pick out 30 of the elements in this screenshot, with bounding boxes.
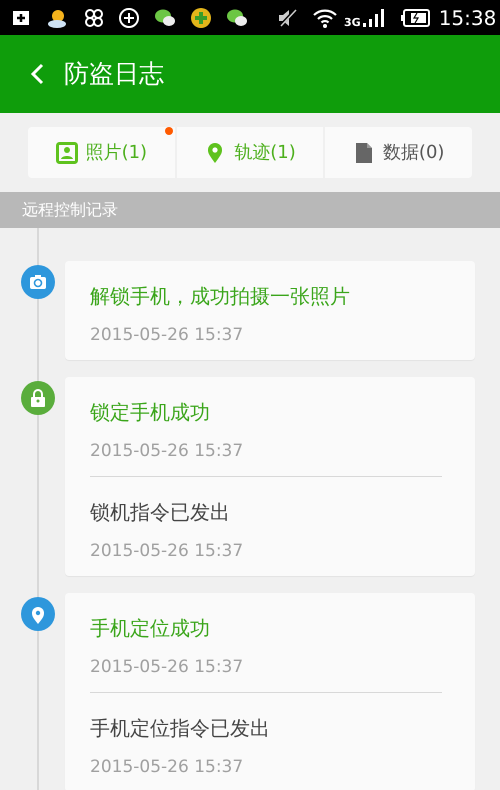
portrait-icon [56,142,78,164]
clock: 15:38 [438,4,496,32]
add-circle-icon [118,6,140,28]
padlock-icon [21,381,55,415]
record-title: 手机定位成功 [90,615,211,642]
record-title: 解锁手机，成功拍摄一张照片 [90,283,351,310]
network-type: 3G [344,16,361,28]
record-time: 2015-05-26 15:37 [90,540,244,563]
page-title: 防盗日志 [64,58,164,90]
location-pin-icon [21,597,55,631]
back-button[interactable] [30,63,44,85]
tab[interactable]: 轨迹(1) [176,127,324,178]
mute-icon [276,6,298,28]
record-title: 手机定位指令已发出 [90,715,271,742]
tab[interactable]: 数据(0) [325,127,472,178]
flower-icon [84,8,104,28]
record-time: 2015-05-26 15:37 [90,324,244,347]
record-time: 2015-05-26 15:37 [90,756,244,779]
signal-icon [362,8,387,28]
section-title: 远程控制记录 [22,199,118,221]
record-time: 2015-05-26 15:37 [90,656,244,679]
wifi-icon [312,6,338,28]
chat-icon [226,8,248,28]
record-title: 锁机指令已发出 [90,499,231,526]
camera-icon [21,265,55,299]
tab[interactable]: 照片(1) [28,127,175,178]
record-time: 2015-05-26 15:37 [90,440,244,463]
record-title: 锁定手机成功 [90,399,211,426]
chat-icon [154,8,176,28]
battery-icon [400,8,431,28]
